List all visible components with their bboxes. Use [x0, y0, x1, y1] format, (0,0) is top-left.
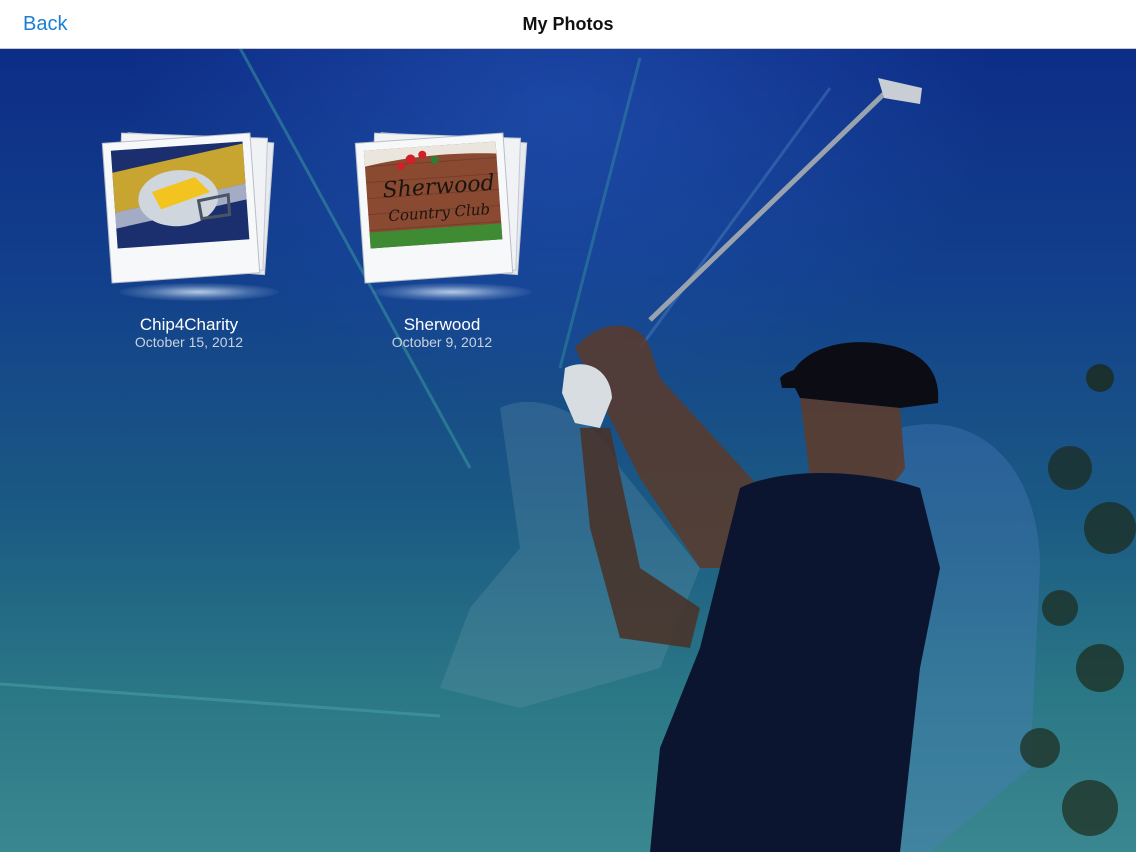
navigation-bar: Back My Photos	[0, 0, 1136, 49]
screen: Back My Photos Chip4Charity October 15, …	[0, 0, 1136, 852]
photo-stack-icon: Sherwood Country Club	[354, 132, 528, 284]
photo-stack-icon	[101, 132, 275, 284]
album-title: Sherwood	[403, 315, 481, 334]
album-date: October 9, 2012	[391, 334, 493, 350]
album-item-chip4charity[interactable]: Chip4Charity October 15, 2012	[101, 128, 301, 368]
album-date: October 15, 2012	[134, 334, 244, 350]
page-title: My Photos	[522, 14, 614, 34]
album-title: Chip4Charity	[139, 315, 239, 334]
album-item-sherwood[interactable]: Sherwood Country Club Sherwood October 9…	[354, 128, 554, 368]
